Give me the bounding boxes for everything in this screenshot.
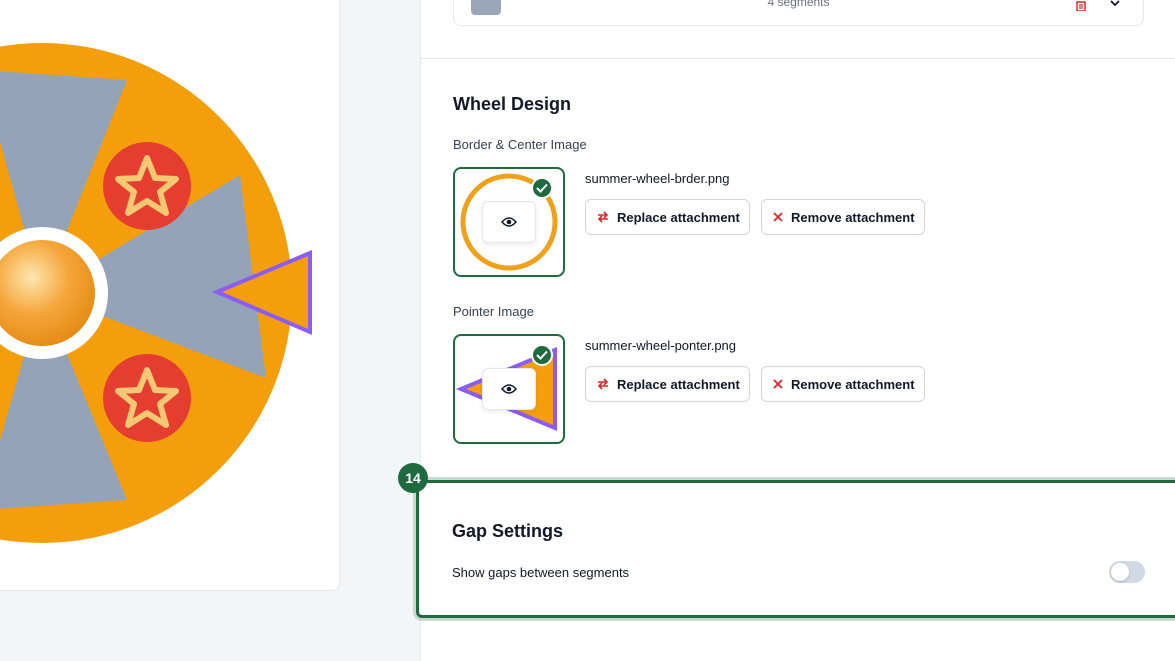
remove-attachment-label: Remove attachment bbox=[791, 209, 915, 225]
step-number-badge: 14 bbox=[398, 463, 428, 493]
swap-icon bbox=[597, 211, 609, 223]
toggle-knob bbox=[1111, 563, 1129, 581]
star-icon bbox=[103, 142, 191, 230]
section-divider bbox=[421, 58, 1175, 59]
segment-count: 4 segments bbox=[767, 0, 830, 9]
wheel-preview bbox=[0, 43, 312, 543]
replace-attachment-button[interactable]: Replace attachment bbox=[585, 199, 750, 235]
star-icon bbox=[103, 354, 191, 442]
eye-icon bbox=[501, 217, 517, 227]
border-center-filename: summer-wheel-brder.png bbox=[585, 171, 730, 186]
replace-attachment-label: Replace attachment bbox=[617, 376, 740, 392]
preview-button[interactable] bbox=[482, 201, 536, 243]
eye-icon bbox=[501, 384, 517, 394]
trash-icon[interactable] bbox=[1075, 0, 1087, 11]
close-icon bbox=[773, 212, 783, 222]
pointer-image-label: Pointer Image bbox=[453, 304, 534, 319]
segment-row[interactable]: 4 segments bbox=[453, 0, 1144, 26]
remove-attachment-label: Remove attachment bbox=[791, 376, 915, 392]
swap-icon bbox=[597, 378, 609, 390]
check-icon bbox=[531, 177, 553, 199]
remove-attachment-button[interactable]: Remove attachment bbox=[761, 366, 925, 402]
chevron-down-icon[interactable] bbox=[1109, 0, 1121, 9]
border-center-label: Border & Center Image bbox=[453, 137, 587, 152]
show-gaps-toggle[interactable] bbox=[1109, 561, 1145, 583]
replace-attachment-button[interactable]: Replace attachment bbox=[585, 366, 750, 402]
remove-attachment-button[interactable]: Remove attachment bbox=[761, 199, 925, 235]
replace-attachment-label: Replace attachment bbox=[617, 209, 740, 225]
gap-settings-section: Gap Settings Show gaps between segments bbox=[416, 480, 1175, 618]
show-gaps-label: Show gaps between segments bbox=[452, 565, 630, 580]
wheel-design-title: Wheel Design bbox=[453, 94, 572, 114]
preview-button[interactable] bbox=[482, 368, 536, 410]
pointer-filename: summer-wheel-ponter.png bbox=[585, 338, 737, 353]
wheel-preview-card bbox=[0, 0, 340, 591]
gap-settings-title: Gap Settings bbox=[452, 521, 564, 541]
check-icon bbox=[531, 344, 553, 366]
close-icon bbox=[773, 379, 783, 389]
